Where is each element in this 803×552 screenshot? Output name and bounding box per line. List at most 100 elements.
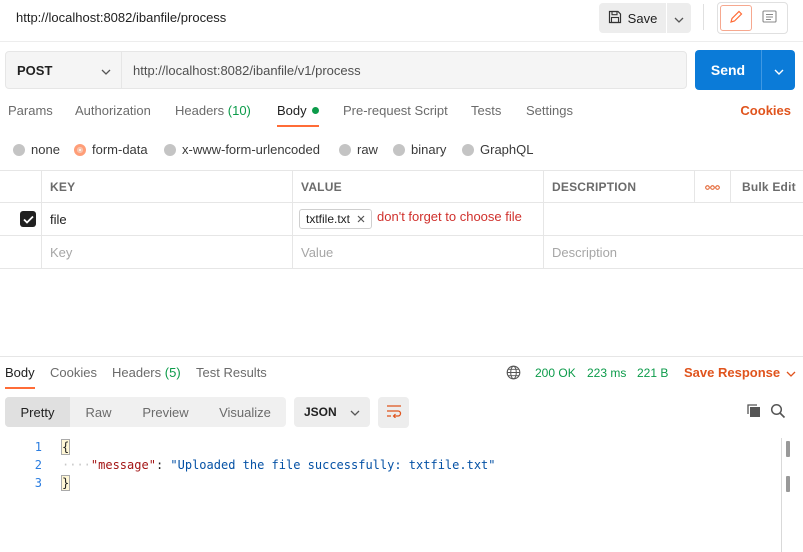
view-visualize-button[interactable]: Visualize [204, 397, 286, 427]
globe-icon[interactable] [506, 365, 521, 383]
request-bar: POST [5, 51, 687, 89]
tab-params[interactable]: Params [8, 103, 53, 127]
copy-icon[interactable] [746, 403, 762, 422]
selected-file-chip[interactable]: txtfile.txt [299, 209, 373, 229]
code-line: 3 } [0, 474, 803, 492]
body-type-radios: none form-data x-www-form-urlencoded raw… [0, 142, 803, 158]
tab-body[interactable]: Body [277, 103, 319, 127]
column-divider [694, 171, 695, 203]
radio-binary[interactable]: binary [393, 142, 446, 157]
annotation-note: don't forget to choose file [377, 208, 522, 224]
save-button[interactable]: Save [599, 3, 666, 33]
view-pretty-button[interactable]: Pretty [5, 397, 70, 427]
new-key-input[interactable]: Key [50, 236, 72, 268]
column-divider [543, 171, 544, 203]
documentation-mode-button[interactable] [754, 5, 785, 31]
save-icon [608, 10, 622, 27]
column-header-value: VALUE [301, 180, 342, 194]
search-icon[interactable] [770, 403, 786, 422]
remove-file-icon[interactable] [357, 212, 365, 226]
code-text: } [60, 474, 71, 492]
view-raw-button[interactable]: Raw [70, 397, 127, 427]
tab-pre-request-script[interactable]: Pre-request Script [343, 103, 448, 127]
status-code[interactable]: 200 OK [535, 366, 576, 380]
tab-headers-count: (10) [227, 103, 251, 118]
table-row: file txtfile.txt don't forget to choose … [0, 203, 803, 236]
line-number: 1 [34, 440, 42, 454]
tab-settings[interactable]: Settings [526, 103, 573, 127]
scrollbar-marker[interactable] [786, 476, 790, 492]
radio-graphql[interactable]: GraphQL [462, 142, 533, 157]
radio-button [462, 143, 474, 156]
line-number: 2 [34, 458, 42, 472]
title-divider [703, 4, 704, 30]
new-description-input[interactable]: Description [552, 236, 617, 268]
chevron-down-icon [350, 405, 360, 419]
view-preview-button[interactable]: Preview [127, 397, 204, 427]
code-line: 1 { [0, 438, 803, 456]
radio-label: x-www-form-urlencoded [182, 142, 320, 157]
radio-button [393, 143, 405, 156]
radio-form-data[interactable]: form-data [74, 142, 148, 157]
column-divider [292, 203, 293, 235]
response-tab-headers-label: Headers [112, 365, 162, 380]
row-key[interactable]: file [50, 203, 67, 235]
column-divider [41, 203, 42, 235]
edit-mode-button[interactable] [720, 5, 752, 31]
tab-authorization[interactable]: Authorization [75, 103, 151, 127]
row-value-cell: txtfile.txt don't forget to choose file [299, 203, 522, 235]
response-divider[interactable] [0, 356, 803, 357]
save-options-button[interactable] [667, 3, 691, 33]
response-time[interactable]: 223 ms [587, 366, 626, 380]
column-header-key: KEY [50, 180, 76, 194]
method-select[interactable]: POST [6, 52, 122, 88]
radio-none[interactable]: none [13, 142, 60, 157]
body-indicator-dot [311, 107, 319, 115]
format-select[interactable]: JSON [294, 397, 370, 427]
more-options-icon[interactable] [705, 171, 720, 203]
chevron-down-icon [786, 365, 796, 380]
response-body-editor[interactable]: 1 { 2 ····"message": "Uploaded the file … [0, 438, 803, 492]
send-options-button[interactable] [762, 50, 795, 90]
open-brace: { [60, 439, 71, 455]
wrap-lines-button[interactable] [378, 397, 409, 428]
response-tab-body[interactable]: Body [5, 365, 35, 389]
response-tab-test-results[interactable]: Test Results [196, 365, 267, 389]
response-size[interactable]: 221 B [637, 366, 668, 380]
response-tab-cookies[interactable]: Cookies [50, 365, 97, 389]
request-title[interactable]: http://localhost:8082/ibanfile/process [16, 10, 226, 25]
save-response-button[interactable]: Save Response [684, 365, 796, 380]
save-button-group[interactable]: Save [599, 3, 691, 33]
column-divider [543, 236, 544, 268]
radio-label: binary [411, 142, 447, 157]
response-tabs: Body Cookies Headers (5) Test Results 20… [0, 365, 803, 389]
title-bar: http://localhost:8082/ibanfile/process S… [0, 0, 803, 42]
send-button[interactable]: Send [695, 50, 761, 90]
send-button-group[interactable]: Send [695, 50, 795, 90]
tab-headers[interactable]: Headers (10) [175, 103, 251, 127]
response-view-modes: Pretty Raw Preview Visualize [5, 397, 286, 427]
row-enable-checkbox[interactable] [20, 203, 36, 235]
scrollbar-marker[interactable] [786, 441, 790, 457]
url-input[interactable] [122, 52, 686, 88]
cookies-link[interactable]: Cookies [740, 103, 791, 118]
code-text: ····"message": "Uploaded the file succes… [62, 456, 496, 474]
column-divider [292, 171, 293, 203]
chevron-down-icon [674, 11, 684, 26]
response-tab-headers[interactable]: Headers (5) [112, 365, 181, 389]
new-value-input[interactable]: Value [301, 236, 333, 268]
radio-raw[interactable]: raw [339, 142, 378, 157]
radio-urlencoded[interactable]: x-www-form-urlencoded [164, 142, 320, 157]
tab-headers-label: Headers [175, 103, 225, 118]
radio-button [164, 143, 176, 156]
column-header-description: DESCRIPTION [552, 180, 637, 194]
json-separator: : [155, 458, 171, 472]
save-response-label: Save Response [684, 365, 781, 380]
tab-tests[interactable]: Tests [471, 103, 501, 127]
chevron-down-icon [101, 63, 111, 78]
response-tab-headers-count: (5) [164, 365, 181, 380]
bulk-edit-link[interactable]: Bulk Edit [742, 171, 796, 203]
save-label: Save [627, 10, 658, 26]
radio-label: none [31, 142, 60, 157]
json-value: "Uploaded the file successfully: txtfile… [170, 458, 496, 472]
